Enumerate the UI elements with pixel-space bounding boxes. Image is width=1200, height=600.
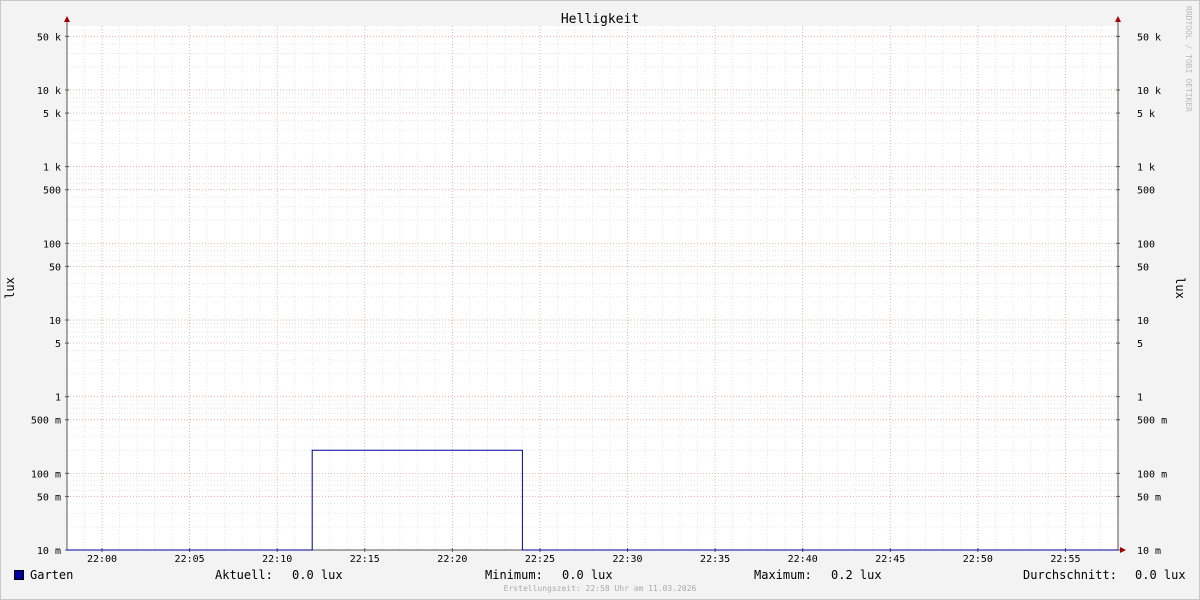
y-tick-label-left: 1 — [55, 393, 61, 404]
y-tick-label-left: 10 k — [37, 86, 61, 97]
y-tick-label-right: 10 — [1137, 316, 1149, 327]
y-axis-label-left: lux — [3, 277, 17, 299]
x-tick-label: 22:40 — [788, 554, 818, 565]
watermark: RRDTOOL / TOBI OETIKER — [1184, 6, 1193, 112]
y-tick-label-left: 500 m — [31, 416, 61, 427]
x-axis-arrow — [1120, 547, 1126, 553]
legend-swatch — [14, 570, 24, 580]
y-tick-label-left: 100 m — [31, 469, 61, 480]
y-tick-label-left: 5 — [55, 339, 61, 350]
x-tick-label: 22:00 — [87, 554, 117, 565]
y-tick-label-right: 5 k — [1137, 109, 1155, 120]
y-axis-right-arrow — [1115, 16, 1121, 22]
stat-max-value: 0.2 lux — [831, 568, 882, 582]
stat-avg-value: 0.0 lux — [1135, 568, 1186, 582]
y-axis-left-arrow — [64, 16, 70, 22]
x-tick-label: 22:30 — [612, 554, 642, 565]
x-tick-label: 22:05 — [175, 554, 205, 565]
stat-min-label: Minimum: — [485, 568, 543, 582]
footer-timestamp: Erstellungszeit: 22:58 Uhr am 11.03.2026 — [503, 584, 697, 593]
y-tick-label-left: 50 — [49, 262, 61, 273]
legend: Garten Aktuell: 0.0 lux Minimum: 0.0 lux… — [0, 566, 1200, 586]
y-tick-label-left: 50 m — [37, 492, 61, 503]
stat-current-value: 0.0 lux — [292, 568, 343, 582]
x-tick-label: 22:20 — [437, 554, 467, 565]
x-tick-label: 22:25 — [525, 554, 555, 565]
y-tick-label-left: 1 k — [43, 163, 61, 174]
y-tick-label-left: 10 — [49, 316, 61, 327]
y-axis-label-right: lux — [1173, 277, 1187, 299]
x-tick-label: 22:50 — [963, 554, 993, 565]
y-tick-label-right: 5 — [1137, 339, 1143, 350]
chart-title: Helligkeit — [561, 12, 639, 27]
x-tick-label: 22:10 — [262, 554, 292, 565]
y-tick-label-left: 50 k — [37, 32, 61, 43]
y-tick-label-right: 100 — [1137, 239, 1155, 250]
y-tick-label-right: 500 m — [1137, 416, 1167, 427]
y-tick-label-right: 50 m — [1137, 492, 1161, 503]
y-tick-label-right: 50 — [1137, 262, 1149, 273]
y-tick-label-right: 500 — [1137, 186, 1155, 197]
stat-current-label: Aktuell: — [215, 568, 273, 582]
stat-min-value: 0.0 lux — [562, 568, 613, 582]
x-tick-label: 22:45 — [875, 554, 905, 565]
y-tick-label-right: 10 k — [1137, 86, 1161, 97]
y-tick-label-right: 1 — [1137, 393, 1143, 404]
stat-avg-label: Durchschnitt: — [1023, 568, 1117, 582]
y-tick-label-right: 10 m — [1137, 546, 1161, 557]
x-tick-label: 22:15 — [350, 554, 380, 565]
x-tick-label: 22:55 — [1050, 554, 1080, 565]
y-tick-label-left: 100 — [43, 239, 61, 250]
y-tick-label-right: 1 k — [1137, 163, 1155, 174]
y-tick-label-left: 500 — [43, 186, 61, 197]
y-tick-label-left: 5 k — [43, 109, 61, 120]
y-tick-label-right: 50 k — [1137, 32, 1161, 43]
legend-series-name: Garten — [30, 568, 74, 582]
chart-canvas: 50 k 50 k 10 k 10 k 5 k 5 k 1 k 1 k 500 500 100 100… — [3, 12, 1187, 565]
y-tick-label-left: 10 m — [37, 546, 61, 557]
x-tick-label: 22:35 — [700, 554, 730, 565]
stat-max-label: Maximum: — [754, 568, 812, 582]
y-tick-label-right: 100 m — [1137, 469, 1167, 480]
